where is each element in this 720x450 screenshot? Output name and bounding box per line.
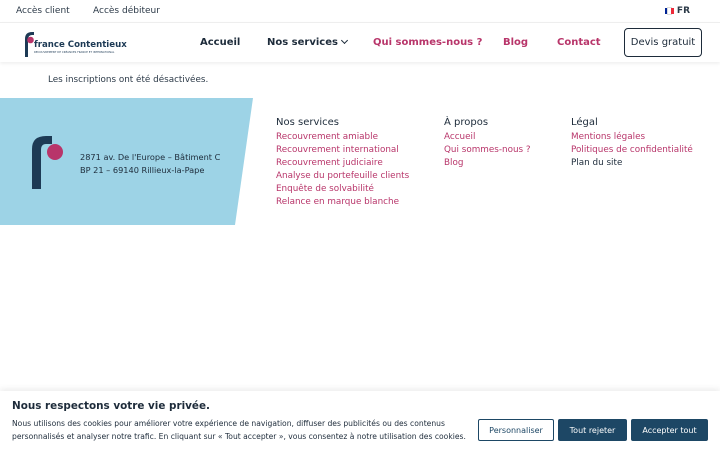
footer-link-legal-notice[interactable]: Mentions légales — [571, 131, 693, 144]
footer-address: 2871 av. De l'Europe – Bâtiment C BP 21 … — [80, 151, 220, 177]
footer-about-column: À propos Accueil Qui sommes-nous ? Blog — [444, 117, 531, 170]
nav-services-label: Nos services — [267, 37, 338, 48]
nav-contact[interactable]: Contact — [557, 37, 601, 48]
free-quote-button[interactable]: Devis gratuit — [624, 28, 702, 57]
footer-link-about[interactable]: Qui sommes-nous ? — [444, 144, 531, 157]
cookie-customize-button[interactable]: Personnaliser — [478, 419, 554, 441]
footer-about-title: À propos — [444, 117, 489, 128]
main-header: france Contentieux RECOUVREMENT DE CRÉAN… — [0, 22, 720, 62]
registration-notice: Les inscriptions ont été désactivées. — [48, 75, 209, 85]
address-line-2: BP 21 – 69140 Rillieux-la-Pape — [80, 165, 205, 175]
french-flag-icon — [664, 7, 674, 15]
footer-link-solvency[interactable]: Enquête de solvabilité — [276, 183, 409, 196]
address-line-1: 2871 av. De l'Europe – Bâtiment C — [80, 152, 221, 162]
cookie-banner: Nous respectons votre vie privée. Nous u… — [0, 391, 720, 450]
footer-services-title: Nos services — [276, 117, 340, 128]
footer-link-international[interactable]: Recouvrement international — [276, 144, 409, 157]
footer-link-judicial[interactable]: Recouvrement judiciaire — [276, 157, 409, 170]
logo-tagline: RECOUVREMENT DE CRÉANCES FRANCE ET INTER… — [34, 51, 115, 54]
logo-name: france Contentieux — [34, 40, 127, 50]
cookie-reject-button[interactable]: Tout rejeter — [558, 419, 627, 441]
nav-blog[interactable]: Blog — [503, 37, 528, 48]
nav-services[interactable]: Nos services — [267, 36, 348, 48]
nav-about[interactable]: Qui sommes-nous ? — [373, 37, 482, 48]
cookie-accept-button[interactable]: Accepter tout — [631, 419, 708, 441]
debtor-access-link[interactable]: Accès débiteur — [93, 6, 160, 16]
footer-link-white-label[interactable]: Relance en marque blanche — [276, 196, 409, 209]
page: Accès client Accès débiteur FR france Co… — [0, 0, 720, 450]
footer-link-amicable[interactable]: Recouvrement amiable — [276, 131, 409, 144]
chevron-down-icon — [340, 36, 348, 45]
nav-home[interactable]: Accueil — [200, 37, 240, 48]
footer-legal-column: Légal Mentions légales Politiques de con… — [571, 117, 693, 170]
client-access-link[interactable]: Accès client — [16, 6, 70, 16]
footer-link-privacy[interactable]: Politiques de confidentialité — [571, 144, 693, 157]
site-logo[interactable]: france Contentieux RECOUVREMENT DE CRÉAN… — [23, 31, 127, 57]
top-bar: Accès client Accès débiteur FR — [0, 0, 720, 22]
footer-legal-title: Légal — [571, 117, 598, 128]
footer-link-home[interactable]: Accueil — [444, 131, 531, 144]
footer-logo-mark-icon — [32, 136, 63, 189]
language-label: FR — [676, 6, 690, 16]
footer-link-blog[interactable]: Blog — [444, 157, 531, 170]
footer-services-column: Nos services Recouvrement amiable Recouv… — [276, 117, 409, 209]
cookie-title: Nous respectons votre vie privée. — [12, 400, 210, 412]
footer-link-sitemap[interactable]: Plan du site — [571, 157, 693, 170]
cookie-text: Nous utilisons des cookies pour améliore… — [12, 419, 466, 441]
footer-link-portfolio[interactable]: Analyse du portefeuille clients — [276, 170, 409, 183]
language-switcher[interactable]: FR — [664, 6, 690, 16]
